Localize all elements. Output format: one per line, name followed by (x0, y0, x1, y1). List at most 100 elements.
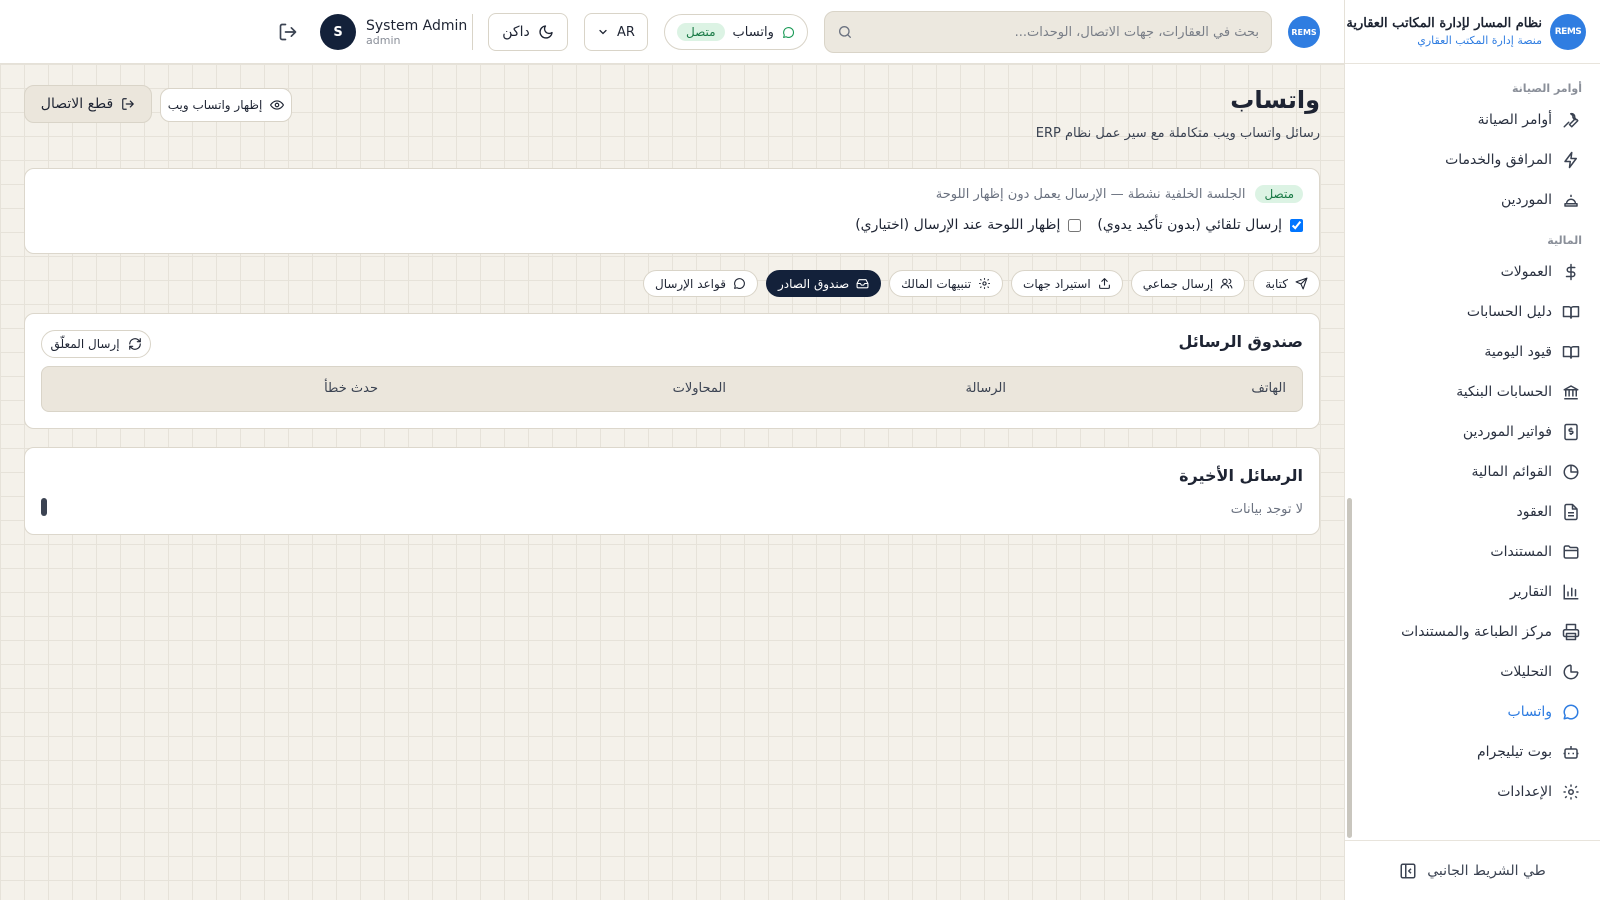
tab-bulk-send[interactable]: إرسال جماعي (1130, 270, 1246, 297)
sidebar-item-bank-accounts[interactable]: الحسابات البنكية (1345, 372, 1600, 412)
topbar-logo[interactable]: REMS (1288, 16, 1320, 48)
sidebar-item-print-center[interactable]: مركز الطباعة والمستندات (1345, 612, 1600, 652)
sidebar-item-label: دليل الحسابات (1466, 304, 1552, 320)
show-whatsapp-web-button[interactable]: إظهار واتساب ويب (160, 88, 292, 122)
sidebar-section-maintenance: أوامر الصيانة (1511, 82, 1582, 95)
sidebar-item-label: بوت تيليجرام (1476, 744, 1552, 760)
sidebar-item-label: التحليلات (1500, 664, 1552, 680)
tab-sending-rules[interactable]: قواعد الإرسال (642, 270, 758, 297)
sidebar-item-utilities[interactable]: المرافق والخدمات (1345, 140, 1600, 180)
sidebar-item-maintenance-orders[interactable]: أوامر الصيانة (1345, 100, 1600, 140)
sidebar-nav: أوامر الصيانة أوامر الصيانة المرافق والخ… (1345, 78, 1600, 812)
column-phone[interactable]: الهاتف (1251, 381, 1286, 396)
sidebar-item-settings[interactable]: الإعدادات (1345, 772, 1600, 812)
chat-icon (782, 26, 794, 38)
outbox-card: صندوق الرسائل إرسال المعلّق الهاتف الرسا… (24, 313, 1320, 429)
language-value: AR (617, 24, 635, 40)
sidebar-section-finance: المالية (1547, 234, 1582, 247)
page-title: واتساب (1230, 86, 1320, 114)
whatsapp-status-pill[interactable]: واتساب متصل (664, 14, 808, 50)
search-input[interactable] (863, 24, 1259, 40)
logout-icon[interactable] (278, 22, 298, 42)
tab-owner-alerts[interactable]: تنبيهات المالك (889, 270, 1004, 297)
show-panel-label: إظهار اللوحة عند الإرسال (اختياري) (855, 217, 1061, 233)
sidebar-item-vendor-invoices[interactable]: فواتير الموردين (1345, 412, 1600, 452)
tab-label: إرسال جماعي (1142, 276, 1214, 291)
disconnect-label: قطع الاتصال (40, 96, 114, 112)
session-status-message: الجلسة الخلفية نشطة — الإرسال يعمل دون إ… (935, 186, 1246, 202)
search-bar[interactable] (824, 11, 1272, 53)
sidebar-item-financial-statements[interactable]: القوائم المالية (1345, 452, 1600, 492)
resend-pending-button[interactable]: إرسال المعلّق (41, 330, 151, 358)
logout-icon (122, 98, 135, 110)
sidebar-item-label: القوائم المالية (1471, 464, 1552, 480)
sidebar-item-label: مركز الطباعة والمستندات (1401, 624, 1552, 640)
pie-chart-icon (1563, 464, 1579, 480)
user-role: admin (366, 33, 401, 47)
resend-pending-label: إرسال المعلّق (50, 337, 120, 351)
sidebar-item-commissions[interactable]: العمولات (1345, 252, 1600, 292)
sidebar-item-chart-of-accounts[interactable]: دليل الحسابات (1345, 292, 1600, 332)
language-select[interactable]: AR (584, 13, 648, 51)
book-icon (1562, 306, 1580, 319)
tab-label: تنبيهات المالك (901, 276, 972, 291)
folder-icon (1563, 545, 1579, 559)
show-panel-checkbox[interactable] (1068, 218, 1082, 232)
tab-label: استيراد جهات (1023, 276, 1091, 291)
sidebar-item-telegram-bot[interactable]: بوت تيليجرام (1345, 732, 1600, 772)
column-attempts[interactable]: المحاولات (673, 381, 726, 396)
inbox-icon (856, 279, 869, 289)
user-menu[interactable]: S System Admin admin (320, 14, 467, 50)
sidebar-item-analytics[interactable]: التحليلات (1345, 652, 1600, 692)
user-info: System Admin admin (366, 18, 467, 47)
sidebar-item-label: واتساب (1507, 704, 1552, 720)
sidebar-item-label: الموردين (1500, 192, 1552, 208)
sidebar-item-label: قيود اليومية (1484, 344, 1552, 360)
whatsapp-label: واتساب (732, 24, 774, 40)
tab-outbox[interactable]: صندوق الصادر (765, 270, 882, 297)
column-error[interactable]: حدث خطأ (324, 381, 378, 396)
status-badge: متصل (677, 23, 725, 41)
outbox-title: صندوق الرسائل (1178, 332, 1303, 351)
column-message[interactable]: الرسالة (965, 381, 1006, 396)
chat-icon (734, 278, 745, 289)
tab-import-contacts[interactable]: استيراد جهات (1011, 270, 1123, 297)
book-open-icon (1562, 346, 1580, 359)
tab-compose[interactable]: كتابة (1253, 270, 1320, 297)
bolt-icon (1564, 151, 1577, 169)
session-status-card: متصل الجلسة الخلفية نشطة — الإرسال يعمل … (24, 168, 1320, 254)
auto-send-checkbox[interactable] (1290, 218, 1303, 232)
upload-icon (1098, 278, 1110, 289)
whatsapp-tabs: كتابة إرسال جماعي استيراد جهات تنبيهات ا… (642, 270, 1320, 297)
app-logo[interactable]: REMS (1550, 13, 1586, 50)
moon-icon (539, 25, 553, 39)
disconnect-button[interactable]: قطع الاتصال (24, 85, 152, 123)
tab-label: صندوق الصادر (777, 276, 850, 291)
sidebar-item-reports[interactable]: التقارير (1345, 572, 1600, 612)
sidebar-item-documents[interactable]: المستندات (1345, 532, 1600, 572)
sidebar-item-vendors[interactable]: الموردين (1345, 180, 1600, 220)
wrench-icon (1563, 112, 1579, 128)
bank-icon (1563, 385, 1579, 400)
sidebar-scrollbar[interactable] (1347, 498, 1352, 838)
sidebar-item-contracts[interactable]: العقود (1345, 492, 1600, 532)
chevron-down-icon (599, 29, 607, 35)
sidebar-item-whatsapp[interactable]: واتساب (1345, 692, 1600, 732)
brand-title: نظام المسار لإدارة المكاتب العقارية (1346, 16, 1542, 31)
sidebar-item-label: المرافق والخدمات (1445, 152, 1552, 168)
sidebar-collapse-button[interactable]: طي الشريط الجانبي (1345, 840, 1600, 900)
show-panel-option[interactable]: إظهار اللوحة عند الإرسال (اختياري) (855, 217, 1082, 233)
dollar-icon (1565, 263, 1576, 281)
topbar: REMS واتساب متصل AR داكن S System Admin … (0, 0, 1344, 64)
theme-toggle[interactable]: داكن (488, 13, 568, 51)
search-icon (839, 26, 851, 38)
recent-messages-card: الرسائل الأخيرة لا توجد بيانات (24, 447, 1320, 535)
avatar: S (320, 14, 356, 50)
sidebar-item-journal-entries[interactable]: قيود اليومية (1345, 332, 1600, 372)
users-icon (1220, 278, 1233, 289)
sidebar-header: REMS نظام المسار لإدارة المكاتب العقارية… (1345, 0, 1600, 64)
sidebar-item-label: فواتير الموردين (1462, 424, 1552, 440)
auto-send-option[interactable]: إرسال تلقائي (بدون تأكيد يدوي) (1097, 217, 1303, 233)
theme-label: داكن (502, 24, 530, 40)
recent-messages-scrollbar[interactable] (41, 498, 47, 516)
